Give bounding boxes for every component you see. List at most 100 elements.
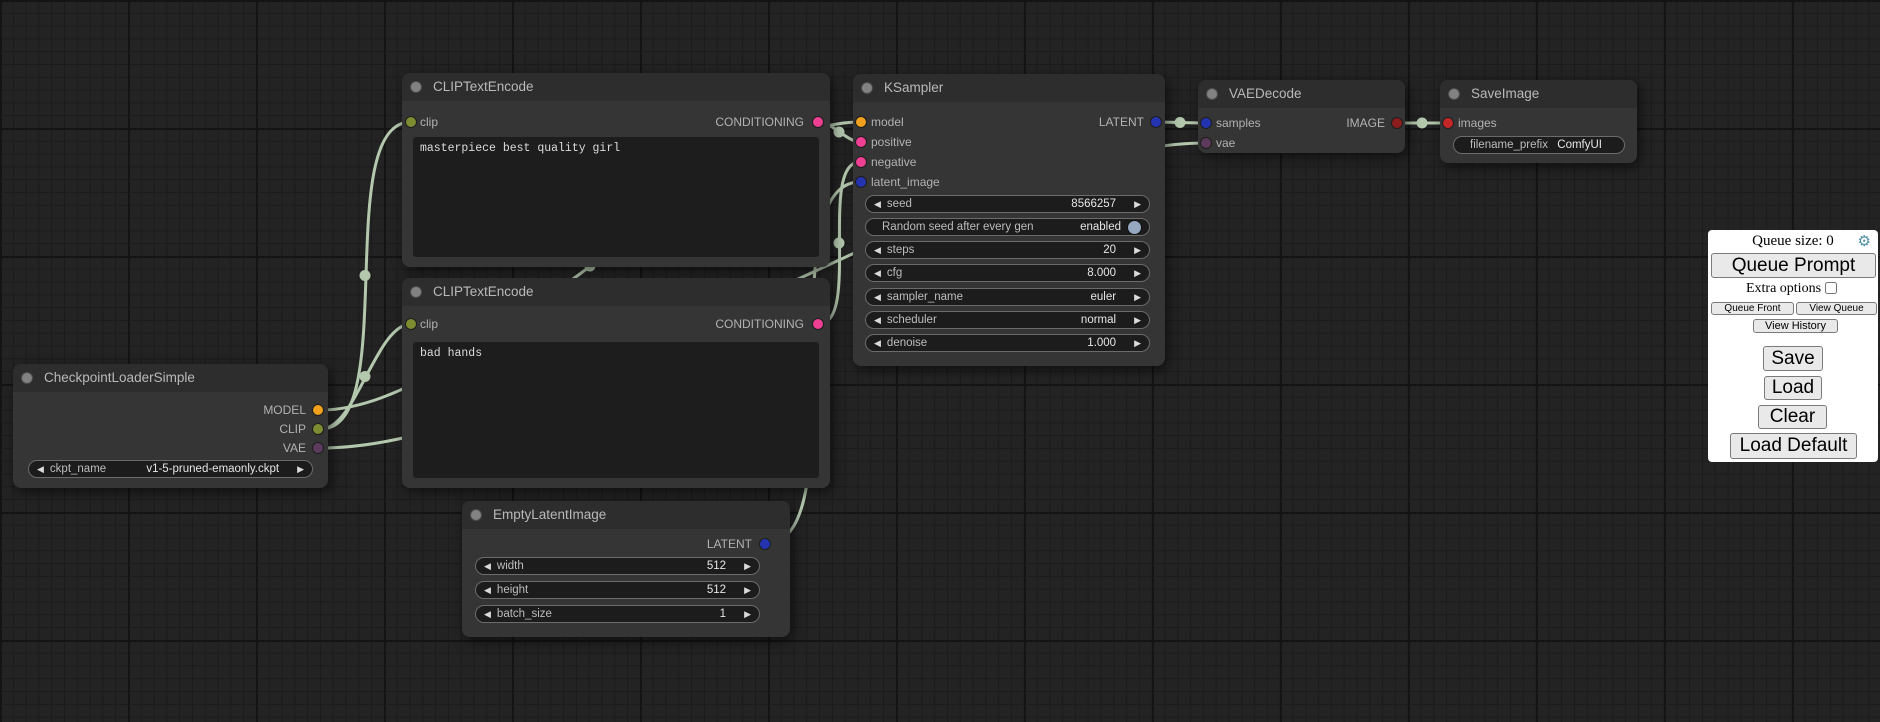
images-input-dot[interactable]	[1443, 118, 1453, 128]
queue-front-button[interactable]: Queue Front	[1711, 302, 1794, 315]
positive-input-dot[interactable]	[856, 137, 866, 147]
conditioning-output-dot[interactable]	[813, 319, 823, 329]
cfg-widget[interactable]: ◀ cfg 8.000 ▶	[865, 264, 1150, 282]
random-seed-toggle-widget[interactable]: Random seed after every gen enabled	[865, 218, 1150, 236]
decrement-arrow-icon[interactable]: ◀	[874, 200, 881, 209]
node-collapse-dot[interactable]	[22, 373, 32, 383]
node-title-bar[interactable]: CheckpointLoaderSimple	[13, 364, 328, 392]
extra-options-row: Extra options	[1708, 279, 1878, 297]
extra-options-label: Extra options	[1746, 281, 1821, 296]
sampler-name-widget[interactable]: ◀ sampler_name euler ▶	[865, 288, 1150, 306]
save-button[interactable]: Save	[1763, 346, 1823, 371]
increment-arrow-icon[interactable]: ▶	[1134, 339, 1141, 348]
scheduler-widget[interactable]: ◀ scheduler normal ▶	[865, 311, 1150, 329]
model-output-dot[interactable]	[313, 405, 323, 415]
output-slot-vae: VAE	[283, 438, 306, 458]
load-default-button[interactable]: Load Default	[1730, 433, 1857, 459]
node-title: CLIPTextEncode	[433, 284, 534, 299]
decrement-arrow-icon[interactable]: ◀	[484, 610, 491, 619]
clip-input-dot[interactable]	[406, 319, 416, 329]
load-button[interactable]: Load	[1764, 376, 1822, 400]
node-title-bar[interactable]: SaveImage	[1440, 80, 1637, 108]
increment-arrow-icon[interactable]: ▶	[1134, 316, 1141, 325]
node-title-bar[interactable]: CLIPTextEncode	[402, 73, 830, 101]
node-clip-text-encode-positive[interactable]: CLIPTextEncode clip CONDITIONING masterp…	[402, 73, 830, 267]
node-empty-latent-image[interactable]: EmptyLatentImage LATENT ◀ width 512 ▶ ◀ …	[462, 501, 790, 637]
increment-arrow-icon[interactable]: ▶	[297, 465, 304, 474]
latent-output-dot[interactable]	[1151, 117, 1161, 127]
node-title: CheckpointLoaderSimple	[44, 370, 195, 385]
increment-arrow-icon[interactable]: ▶	[744, 562, 751, 571]
conditioning-output-dot[interactable]	[813, 117, 823, 127]
node-title-bar[interactable]: VAEDecode	[1198, 80, 1405, 108]
node-collapse-dot[interactable]	[1449, 89, 1459, 99]
increment-arrow-icon[interactable]: ▶	[1134, 269, 1141, 278]
decrement-arrow-icon[interactable]: ◀	[874, 316, 881, 325]
comfy-menu-panel: Queue size: 0 ⚙ Queue Prompt Extra optio…	[1708, 230, 1878, 462]
increment-arrow-icon[interactable]: ▶	[1134, 246, 1141, 255]
width-widget[interactable]: ◀ width 512 ▶	[475, 557, 760, 575]
decrement-arrow-icon[interactable]: ◀	[874, 293, 881, 302]
steps-widget[interactable]: ◀ steps 20 ▶	[865, 241, 1150, 259]
output-slot-model: MODEL	[263, 400, 306, 420]
node-collapse-dot[interactable]	[471, 510, 481, 520]
latent-input-dot[interactable]	[856, 177, 866, 187]
decrement-arrow-icon[interactable]: ◀	[484, 586, 491, 595]
clip-output-dot[interactable]	[313, 424, 323, 434]
image-output-dot[interactable]	[1392, 118, 1402, 128]
toggle-enabled-icon[interactable]	[1128, 221, 1141, 234]
node-title-bar[interactable]: KSampler	[853, 74, 1165, 102]
ckpt-name-widget[interactable]: ◀ ckpt_name v1-5-pruned-emaonly.ckpt ▶	[28, 460, 313, 478]
clip-input-dot[interactable]	[406, 117, 416, 127]
negative-input-dot[interactable]	[856, 157, 866, 167]
view-history-button[interactable]: View History	[1753, 319, 1838, 333]
decrement-arrow-icon[interactable]: ◀	[874, 269, 881, 278]
decrement-arrow-icon[interactable]: ◀	[484, 562, 491, 571]
output-slot-conditioning: CONDITIONING	[715, 112, 804, 132]
node-collapse-dot[interactable]	[411, 287, 421, 297]
decrement-arrow-icon[interactable]: ◀	[874, 246, 881, 255]
height-widget[interactable]: ◀ height 512 ▶	[475, 581, 760, 599]
negative-prompt-textarea[interactable]: bad hands	[413, 342, 819, 478]
denoise-widget[interactable]: ◀ denoise 1.000 ▶	[865, 334, 1150, 352]
latent-output-dot[interactable]	[760, 539, 770, 549]
node-title: SaveImage	[1471, 86, 1539, 101]
node-ksampler[interactable]: KSampler model positive negative latent_…	[853, 74, 1165, 366]
decrement-arrow-icon[interactable]: ◀	[874, 339, 881, 348]
vae-input-dot[interactable]	[1201, 138, 1211, 148]
widget-label: ckpt_name	[50, 463, 106, 475]
model-input-dot[interactable]	[856, 117, 866, 127]
samples-input-dot[interactable]	[1201, 118, 1211, 128]
node-title-bar[interactable]: CLIPTextEncode	[402, 278, 830, 306]
widget-value: v1-5-pruned-emaonly.ckpt	[146, 463, 279, 475]
seed-widget[interactable]: ◀ seed 8566257 ▶	[865, 195, 1150, 213]
node-vae-decode[interactable]: VAEDecode samples vae IMAGE	[1198, 80, 1405, 153]
clear-button[interactable]: Clear	[1758, 405, 1827, 429]
increment-arrow-icon[interactable]: ▶	[1134, 200, 1141, 209]
node-collapse-dot[interactable]	[411, 82, 421, 92]
view-queue-button[interactable]: View Queue	[1796, 302, 1877, 315]
increment-arrow-icon[interactable]: ▶	[1134, 293, 1141, 302]
graph-canvas[interactable]: CheckpointLoaderSimple MODEL CLIP VAE ◀ …	[0, 0, 1880, 722]
vae-output-dot[interactable]	[313, 443, 323, 453]
node-collapse-dot[interactable]	[1207, 89, 1217, 99]
positive-prompt-textarea[interactable]: masterpiece best quality girl	[413, 137, 819, 257]
output-slot-latent: LATENT	[1099, 112, 1144, 132]
node-collapse-dot[interactable]	[862, 83, 872, 93]
node-title-bar[interactable]: EmptyLatentImage	[462, 501, 790, 529]
node-save-image[interactable]: SaveImage images filename_prefix ComfyUI	[1440, 80, 1637, 163]
extra-options-checkbox[interactable]	[1825, 282, 1837, 294]
node-clip-text-encode-negative[interactable]: CLIPTextEncode clip CONDITIONING bad han…	[402, 278, 830, 488]
node-checkpoint-loader-simple[interactable]: CheckpointLoaderSimple MODEL CLIP VAE ◀ …	[13, 364, 328, 488]
decrement-arrow-icon[interactable]: ◀	[37, 465, 44, 474]
settings-gear-icon[interactable]: ⚙	[1858, 232, 1871, 250]
increment-arrow-icon[interactable]: ▶	[744, 610, 751, 619]
filename-prefix-widget[interactable]: filename_prefix ComfyUI	[1453, 136, 1625, 154]
node-title: CLIPTextEncode	[433, 79, 534, 94]
batch-size-widget[interactable]: ◀ batch_size 1 ▶	[475, 605, 760, 623]
output-slot-image: IMAGE	[1346, 113, 1385, 133]
increment-arrow-icon[interactable]: ▶	[744, 586, 751, 595]
node-title: KSampler	[884, 80, 943, 95]
queue-prompt-button[interactable]: Queue Prompt	[1711, 253, 1876, 278]
node-title: VAEDecode	[1229, 86, 1302, 101]
